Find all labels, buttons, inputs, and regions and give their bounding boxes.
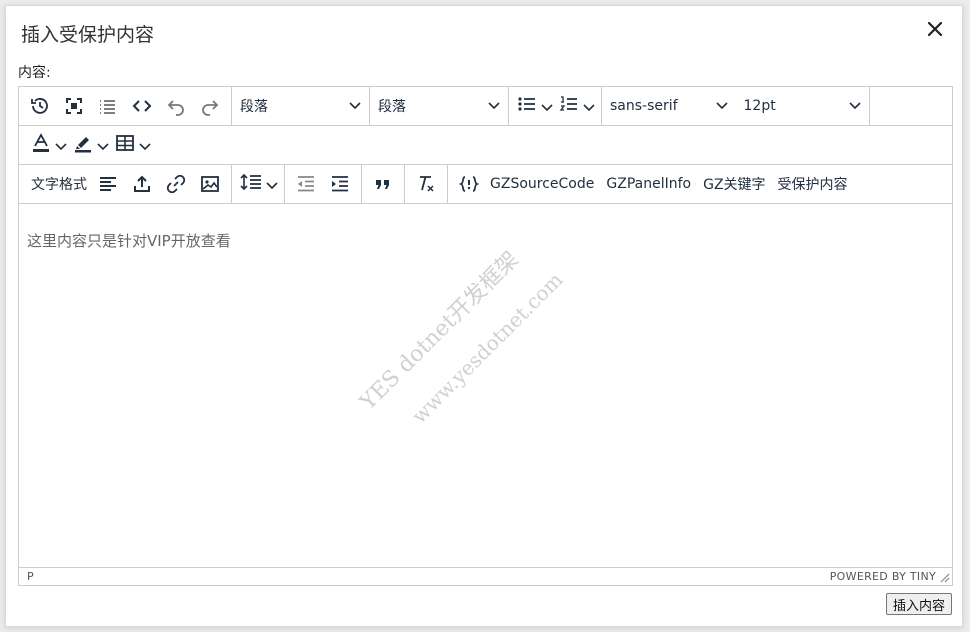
list-lines-icon[interactable] <box>91 91 125 121</box>
toolbar-group-clear <box>405 165 448 203</box>
watermark-line-1: YES dotnet开发框架 <box>355 247 524 416</box>
text-format-button[interactable]: 文字格式 <box>23 169 91 199</box>
line-height-icon <box>240 172 262 196</box>
numbered-list-icon <box>559 94 579 118</box>
font-size-select[interactable]: 12pt <box>736 91 870 121</box>
close-icon[interactable] <box>924 18 946 40</box>
highlight-icon <box>73 133 93 157</box>
fullscreen-icon[interactable] <box>57 91 91 121</box>
chevron-down-icon <box>849 98 861 114</box>
toolbar-row-1: 段落 段落 sans-serif 12pt <box>19 87 952 126</box>
watermark-line-2: www.yesdotnet.com <box>407 267 568 428</box>
watermark: YES dotnet开发框架 www.yesdotnet.com <box>19 204 952 567</box>
editor-content-text: 这里内容只是针对VIP开放查看 <box>27 232 231 250</box>
image-icon[interactable] <box>193 169 227 199</box>
toolbar-group-custom: GZSourceCode GZPanelInfo GZ关键字 受保护内容 <box>448 165 856 203</box>
template-variable-icon[interactable] <box>452 169 486 199</box>
chevron-down-icon <box>715 98 728 114</box>
editor-content-area[interactable]: 这里内容只是针对VIP开放查看 YES dotnet开发框架 www.yesdo… <box>19 204 952 567</box>
bullet-list-icon <box>517 94 537 118</box>
chevron-down-icon <box>488 98 500 114</box>
toolbar-row-2 <box>19 126 952 165</box>
highlight-color-button[interactable] <box>69 130 111 160</box>
chevron-down-icon <box>55 136 67 155</box>
numbered-list-button[interactable] <box>555 91 597 121</box>
clear-format-icon[interactable] <box>409 169 443 199</box>
chevron-down-icon <box>97 136 109 155</box>
text-color-button[interactable] <box>27 130 69 160</box>
toolbar-row-3: 文字格式 GZSourceCode GZPanelInfo GZ关键字 受保护内… <box>19 165 952 204</box>
blockquote-icon[interactable] <box>366 169 400 199</box>
table-button[interactable] <box>111 130 153 160</box>
block-format-label-2: 段落 <box>378 99 406 115</box>
gz-keyword-button[interactable]: GZ关键字 <box>699 169 769 199</box>
toolbar-group-quote <box>362 165 405 203</box>
powered-by-link[interactable]: POWERED BY TINY <box>830 570 936 583</box>
block-format-select-1[interactable]: 段落 <box>232 87 370 125</box>
block-format-select-2[interactable]: 段落 <box>370 87 509 125</box>
content-label: 内容: <box>18 65 51 81</box>
chevron-down-icon <box>139 136 151 155</box>
outdent-icon[interactable] <box>289 169 323 199</box>
resize-handle-icon[interactable] <box>940 573 950 583</box>
toolbar-group-indent <box>285 165 362 203</box>
toolbar-group-lists <box>509 87 602 125</box>
toolbar-group-history <box>19 87 232 125</box>
upload-icon[interactable] <box>125 169 159 199</box>
chevron-down-icon <box>583 97 595 116</box>
table-icon <box>115 133 135 157</box>
font-family-label: sans-serif <box>610 98 678 114</box>
gz-panel-info-button[interactable]: GZPanelInfo <box>602 169 695 199</box>
link-icon[interactable] <box>159 169 193 199</box>
toolbar-group-colors <box>19 126 157 164</box>
toolbar-group-format: 文字格式 <box>19 165 232 203</box>
text-color-icon <box>31 133 51 157</box>
line-height-button[interactable] <box>236 169 280 199</box>
insert-content-button[interactable]: 插入内容 <box>885 593 952 615</box>
align-left-icon[interactable] <box>91 169 125 199</box>
chevron-down-icon <box>266 175 278 194</box>
block-format-label-1: 段落 <box>240 99 268 115</box>
element-path[interactable]: P <box>27 570 34 583</box>
dialog-title: 插入受保护内容 <box>21 24 155 46</box>
toolbar-group-fonts: sans-serif 12pt <box>602 87 870 125</box>
protected-content-button[interactable]: 受保护内容 <box>774 169 852 199</box>
gz-source-code-button[interactable]: GZSourceCode <box>486 169 598 199</box>
history-icon[interactable] <box>23 91 57 121</box>
redo-icon[interactable] <box>193 91 227 121</box>
toolbar-group-lineheight <box>232 165 285 203</box>
protected-content-dialog: 插入受保护内容 内容: 段落 段落 sans-serif 12pt 文字格式 G… <box>5 5 963 627</box>
chevron-down-icon <box>541 97 553 116</box>
code-icon[interactable] <box>125 91 159 121</box>
font-family-select[interactable]: sans-serif <box>602 91 736 121</box>
editor-statusbar: P POWERED BY TINY <box>19 567 952 585</box>
chevron-down-icon <box>349 98 361 114</box>
indent-icon[interactable] <box>323 169 357 199</box>
bullet-list-button[interactable] <box>513 91 555 121</box>
undo-icon[interactable] <box>159 91 193 121</box>
font-size-label: 12pt <box>743 98 776 114</box>
rich-text-editor: 段落 段落 sans-serif 12pt 文字格式 GZSourceCode … <box>18 86 953 586</box>
